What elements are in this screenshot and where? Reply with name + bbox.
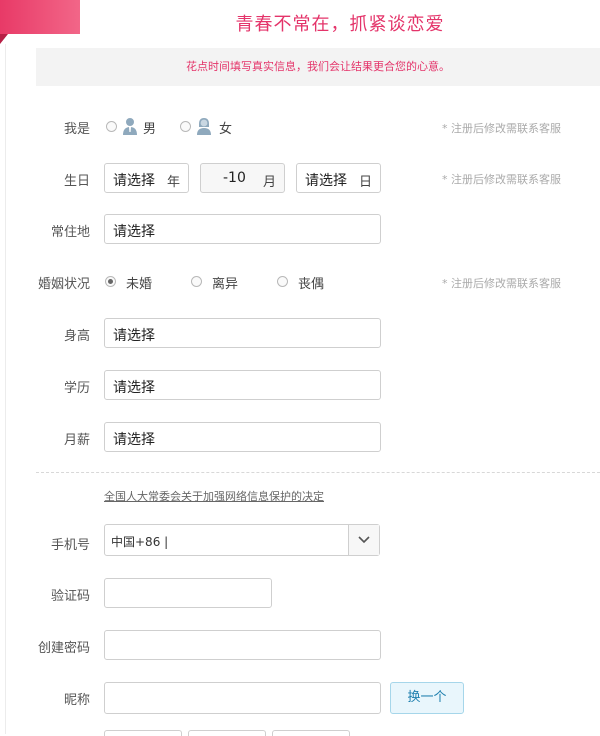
page-title: 青春不常在，抓紧谈恋爱 bbox=[235, 14, 445, 35]
height-value: 请选择 bbox=[113, 328, 155, 344]
phone-input[interactable]: 中国+86 | bbox=[104, 524, 380, 556]
marital-hint: * 注册后修改需联系客服 bbox=[442, 277, 561, 290]
marital-label: 婚姻状况 bbox=[37, 277, 90, 292]
swap-nickname-button[interactable]: 换一个 bbox=[390, 682, 464, 714]
birth-day-value: 请选择 bbox=[305, 173, 347, 189]
law-link[interactable]: 全国人大常委会关于加强网络信息保护的决定 bbox=[104, 488, 324, 504]
salary-value: 请选择 bbox=[113, 432, 155, 448]
male-user-icon bbox=[122, 117, 138, 139]
next-row-field-2[interactable] bbox=[188, 730, 266, 736]
chevron-down-icon bbox=[358, 536, 370, 544]
gender-label: 我是 bbox=[63, 122, 90, 137]
height-select[interactable]: 请选择 bbox=[104, 318, 381, 348]
password-input[interactable] bbox=[104, 630, 381, 660]
education-select[interactable]: 请选择 bbox=[104, 370, 381, 400]
captcha-input[interactable] bbox=[104, 578, 272, 608]
birth-year-select[interactable]: 请选择 年 bbox=[104, 163, 189, 193]
residence-select[interactable]: 请选择 bbox=[104, 214, 381, 244]
captcha-label: 验证码 bbox=[50, 589, 90, 604]
birth-month-unit: 月 bbox=[262, 175, 276, 190]
birth-day-select[interactable]: 请选择 日 bbox=[296, 163, 381, 193]
gender-male-label[interactable]: 男 bbox=[143, 118, 156, 137]
birthday-hint: * 注册后修改需联系客服 bbox=[442, 173, 561, 186]
residence-value: 请选择 bbox=[113, 224, 155, 240]
notice-banner: 花点时间填写真实信息，我们会让结果更合您的心意。 bbox=[36, 48, 600, 86]
salary-select[interactable]: 请选择 bbox=[104, 422, 381, 452]
marital-widowed-radio[interactable] bbox=[277, 276, 288, 287]
salary-label: 月薪 bbox=[63, 433, 90, 448]
marital-widowed-label[interactable]: 丧偶 bbox=[298, 273, 324, 292]
education-label: 学历 bbox=[63, 381, 90, 396]
next-row-field-1[interactable] bbox=[104, 730, 182, 736]
birth-month-select[interactable]: -10 月 bbox=[200, 163, 285, 193]
birth-year-value: 请选择 bbox=[113, 173, 155, 189]
nickname-label: 昵称 bbox=[63, 693, 90, 708]
phone-country-code: 中国+86 | bbox=[111, 535, 169, 549]
password-label: 创建密码 bbox=[37, 641, 90, 656]
gender-male-radio[interactable] bbox=[106, 121, 117, 132]
marital-divorced-radio[interactable] bbox=[191, 276, 202, 287]
marital-single-radio[interactable] bbox=[105, 276, 116, 287]
marital-divorced-label[interactable]: 离异 bbox=[212, 273, 238, 292]
birth-month-value: -10 bbox=[223, 170, 246, 186]
birthday-label: 生日 bbox=[63, 174, 90, 189]
next-row-field-3[interactable] bbox=[272, 730, 350, 736]
nickname-input[interactable] bbox=[104, 682, 381, 714]
gender-female-label[interactable]: 女 bbox=[219, 118, 232, 137]
gender-hint: * 注册后修改需联系客服 bbox=[442, 122, 561, 135]
section-divider bbox=[36, 472, 600, 473]
residence-label: 常住地 bbox=[50, 225, 90, 240]
country-dropdown-button[interactable] bbox=[348, 525, 379, 555]
female-user-icon bbox=[196, 117, 212, 139]
phone-label: 手机号 bbox=[50, 538, 90, 553]
birth-year-unit: 年 bbox=[166, 175, 180, 190]
marital-single-label[interactable]: 未婚 bbox=[126, 273, 152, 292]
education-value: 请选择 bbox=[113, 380, 155, 396]
birth-day-unit: 日 bbox=[358, 175, 372, 190]
height-label: 身高 bbox=[63, 329, 90, 344]
gender-female-radio[interactable] bbox=[180, 121, 191, 132]
